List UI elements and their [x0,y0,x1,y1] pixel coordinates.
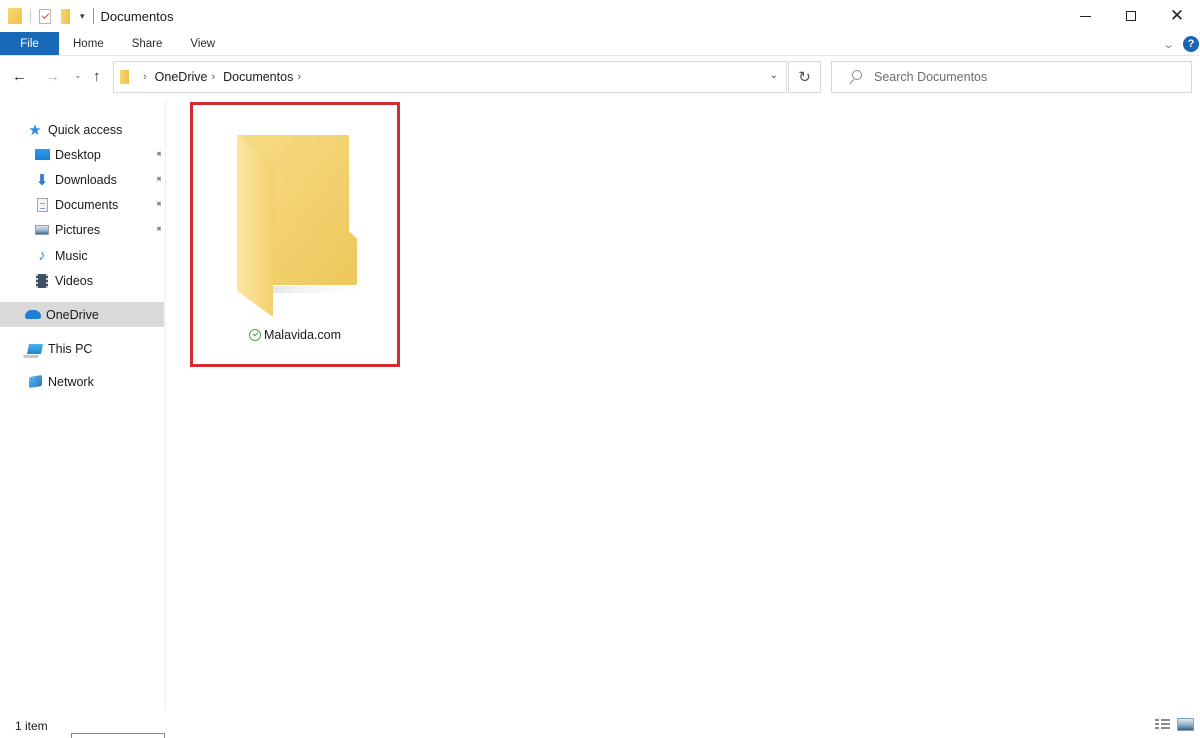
onedrive-icon [25,307,41,323]
toolbar-separator [30,9,31,23]
search-box[interactable] [831,61,1192,93]
refresh-button[interactable]: ↻ [788,61,821,93]
address-bar[interactable]: › OneDrive › Documentos › ⌄ [113,61,787,93]
large-icons-view-icon[interactable] [1177,718,1194,731]
sidebar-item-quick-access[interactable]: ★ Quick access [0,117,164,142]
pictures-icon [34,222,50,238]
network-icon [27,374,43,390]
pin-icon[interactable]: ✦ [151,198,165,212]
desktop-icon [34,147,50,163]
refresh-icon: ↻ [798,69,811,86]
sidebar-item-label: This PC [48,341,93,356]
details-view-icon[interactable] [1155,719,1170,731]
new-folder-icon[interactable] [61,8,70,24]
breadcrumb-documentos[interactable]: Documentos [223,70,293,84]
sidebar-item-label: Pictures [55,222,101,237]
minimize-icon [1079,15,1091,17]
window-controls: ✕ [1062,0,1200,32]
back-button[interactable]: ← [12,68,27,85]
quick-access-toolbar: ▾ [0,0,101,32]
tab-share[interactable]: Share [118,32,177,55]
minimize-button[interactable] [1062,0,1108,32]
sidebar-item-label: Desktop [55,147,101,162]
videos-icon [34,273,50,289]
title-bar: ▾ Documentos ✕ [0,0,1200,32]
sidebar-item-desktop[interactable]: Desktop ✦ [0,142,165,167]
sidebar-item-label: Quick access [48,122,123,137]
folder-icon [8,8,22,24]
document-icon [34,197,50,213]
sidebar-item-pictures[interactable]: Pictures ✦ [0,217,165,242]
tab-home[interactable]: Home [59,32,118,55]
folder-item[interactable]: Malavida.com [193,105,397,364]
breadcrumb-separator-icon[interactable]: › [211,71,215,83]
sync-status-check-icon [248,329,261,341]
star-icon: ★ [28,121,42,139]
title-separator [92,8,94,24]
status-divider [71,733,165,738]
ribbon-right-controls: ⌄ ? [1162,32,1200,56]
address-row: ← → ⌄ ↑ › OneDrive › Documentos › ⌄ ↻ [0,60,1200,94]
sidebar-item-label: Downloads [55,172,117,187]
help-button[interactable]: ? [1183,36,1199,52]
sidebar-item-videos[interactable]: Videos [0,268,164,293]
breadcrumb-separator-icon[interactable]: › [143,71,147,83]
tab-file[interactable]: File [0,32,59,55]
pin-icon[interactable]: ✦ [151,223,165,237]
sidebar-item-onedrive[interactable]: OneDrive [0,302,164,327]
item-count: 1 item [15,719,48,733]
sidebar-item-label: Music [55,248,88,263]
search-input[interactable] [874,70,1174,84]
sidebar-item-this-pc[interactable]: This PC [0,336,164,361]
sidebar-item-label: Network [48,374,94,389]
address-history-chevron-icon[interactable]: ⌄ [770,70,778,81]
folder-icon [120,70,129,84]
close-icon: ✕ [1169,6,1185,25]
breadcrumb-onedrive[interactable]: OneDrive [155,70,208,84]
up-button[interactable]: ↑ [93,68,101,85]
recent-locations-dropdown[interactable]: ⌄ [74,70,82,81]
sidebar-item-documents[interactable]: Documents ✦ [0,192,165,217]
ribbon-tabs: File Home Share View ⌄ ? [0,32,1200,56]
customize-toolbar-dropdown[interactable]: ▾ [80,11,85,22]
close-button[interactable]: ✕ [1154,0,1200,32]
search-icon [848,70,862,84]
status-bar: 1 item [0,712,1200,738]
sidebar-item-label: OneDrive [46,307,99,322]
tab-view[interactable]: View [176,32,229,55]
music-icon: ♪ [38,247,46,264]
download-icon: ⬇ [35,171,49,189]
properties-icon[interactable] [39,8,51,24]
maximize-icon [1126,11,1136,21]
expand-ribbon-chevron-icon[interactable]: ⌄ [1162,38,1175,51]
breadcrumb-separator-icon[interactable]: › [297,71,301,83]
pin-icon[interactable]: ✦ [151,148,165,162]
sidebar-item-network[interactable]: Network [0,369,164,394]
navigation-pane: ★ Quick access Desktop ✦ ⬇ Downloads ✦ D… [0,100,166,710]
forward-button[interactable]: → [45,68,60,85]
sidebar-item-downloads[interactable]: ⬇ Downloads ✦ [0,167,165,192]
window-title: Documentos [100,8,174,24]
sidebar-item-label: Documents [55,197,119,212]
this-pc-icon [26,341,44,357]
folder-label[interactable]: Malavida.com [193,328,397,342]
folder-icon [237,135,377,317]
pin-icon[interactable]: ✦ [151,173,165,187]
folder-name: Malavida.com [263,328,342,342]
file-list-area[interactable]: Malavida.com [167,100,1200,710]
sidebar-item-label: Videos [55,273,93,288]
sidebar-item-music[interactable]: ♪ Music [0,243,164,268]
maximize-button[interactable] [1108,0,1154,32]
